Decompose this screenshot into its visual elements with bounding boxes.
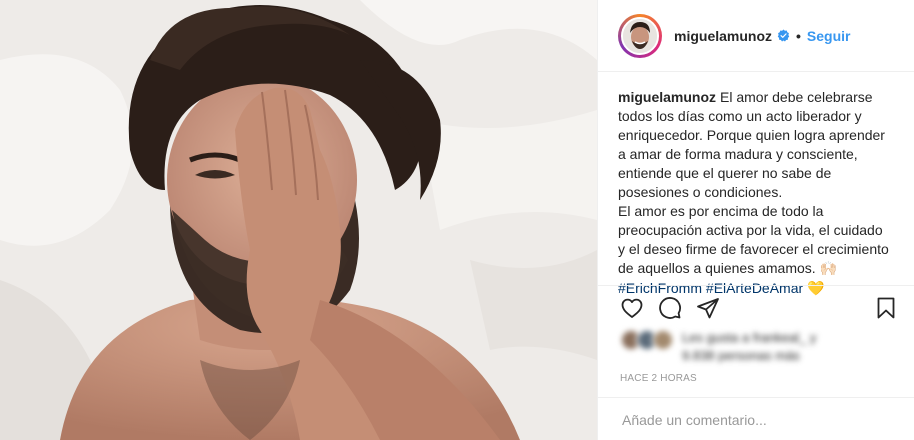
caption-line: preocupación activa por la vida, el cuid… bbox=[618, 222, 883, 238]
caption-line: todos los días como un acto liberador y bbox=[618, 108, 862, 124]
liker-avatars bbox=[620, 329, 674, 351]
likes-line: Les gusta a frankeal_ y bbox=[682, 330, 817, 345]
caption-line: a amar de forma madura y consciente, bbox=[618, 146, 858, 162]
avatar bbox=[652, 329, 674, 351]
caption-line: El amor debe celebrarse bbox=[720, 89, 873, 105]
caption-line: El amor es por encima de todo la bbox=[618, 203, 824, 219]
post-photo-illustration bbox=[0, 0, 597, 440]
verified-badge-icon bbox=[777, 29, 790, 42]
post-side-panel: miguelamunoz • Seguir miguelamunoz El amo… bbox=[597, 0, 914, 440]
post-actions-bar bbox=[598, 285, 914, 330]
post-header: miguelamunoz • Seguir bbox=[598, 0, 914, 72]
follow-button[interactable]: Seguir bbox=[807, 28, 851, 44]
comment-box bbox=[598, 397, 914, 440]
likes-summary[interactable]: Les gusta a frankeal_ y 9.838 personas m… bbox=[620, 329, 816, 365]
paper-plane-icon[interactable] bbox=[696, 296, 720, 320]
caption-line: enriquecedor. Porque quien logra aprende… bbox=[618, 127, 885, 143]
speech-bubble-icon[interactable] bbox=[658, 296, 682, 320]
caption-username[interactable]: miguelamunoz bbox=[618, 89, 716, 105]
likes-text: Les gusta a frankeal_ y 9.838 personas m… bbox=[682, 329, 816, 365]
likes-count-line: 9.838 personas más bbox=[682, 348, 800, 363]
bookmark-icon[interactable] bbox=[874, 296, 898, 320]
instagram-post: miguelamunoz • Seguir miguelamunoz El amo… bbox=[0, 0, 914, 440]
separator-dot: • bbox=[796, 27, 801, 44]
avatar[interactable] bbox=[621, 16, 659, 55]
caption-line: posesiones o condiciones. bbox=[618, 184, 783, 200]
raised-hands-emoji: 🙌🏻 bbox=[819, 261, 838, 277]
caption-line: y el deseo firme de favorecer el crecimi… bbox=[618, 241, 889, 257]
header-user-line: miguelamunoz • Seguir bbox=[674, 28, 851, 44]
comment-input[interactable] bbox=[620, 410, 884, 429]
avatar-image bbox=[623, 18, 657, 53]
post-timestamp[interactable]: HACE 2 HORAS bbox=[620, 373, 697, 384]
caption-line: entiende que el querer no sabe de bbox=[618, 165, 832, 181]
username-link[interactable]: miguelamunoz bbox=[674, 28, 772, 44]
avatar-ring[interactable] bbox=[618, 13, 662, 58]
heart-outline-icon[interactable] bbox=[620, 296, 644, 320]
caption-line: de aquellos a quienes amamos. bbox=[618, 260, 816, 276]
post-caption: miguelamunoz El amor debe celebrarse todo… bbox=[598, 72, 914, 297]
post-photo[interactable] bbox=[0, 0, 597, 440]
